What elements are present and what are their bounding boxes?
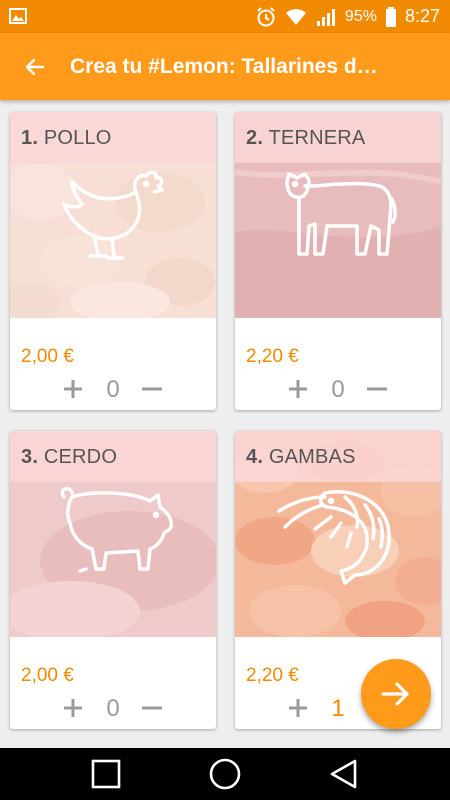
- home-circle-icon: [209, 758, 241, 790]
- back-nav-button[interactable]: [326, 758, 362, 790]
- back-triangle-icon: [330, 759, 357, 789]
- shrimp-icon: [277, 490, 391, 585]
- quantity-stepper: 0: [235, 372, 441, 406]
- cow-icon: [285, 172, 397, 256]
- product-price: 2,00 €: [21, 346, 74, 367]
- arrow-right-icon: [381, 682, 409, 706]
- product-title: 4. GAMBAS: [246, 446, 356, 468]
- minus-icon: [142, 706, 162, 710]
- arrow-left-icon: [25, 58, 45, 75]
- image-icon: [9, 8, 27, 24]
- plus-icon: [289, 699, 307, 717]
- increase-quantity-button[interactable]: [282, 691, 314, 725]
- battery-percentage: 95%: [344, 7, 377, 25]
- decrease-quantity-button[interactable]: [136, 691, 168, 725]
- quantity-stepper: 0: [10, 372, 216, 406]
- plus-icon: [64, 380, 82, 398]
- minus-icon: [142, 387, 162, 391]
- product-title: 1. POLLO: [21, 127, 112, 149]
- decrease-quantity-button[interactable]: [136, 372, 168, 406]
- decrease-quantity-button[interactable]: [361, 372, 393, 406]
- product-card-cerdo[interactable]: 3. CERDO 2,00 € 0: [10, 431, 216, 729]
- product-price: 2,20 €: [246, 665, 299, 686]
- product-title: 2. TERNERA: [246, 127, 366, 149]
- pig-icon: [60, 486, 173, 573]
- navigation-bar: [0, 748, 450, 800]
- plus-icon: [289, 380, 307, 398]
- battery-icon: [385, 6, 396, 27]
- recents-square-icon: [91, 759, 121, 789]
- app-bar: Crea tu #Lemon: Tallarines d…: [0, 33, 450, 100]
- increase-quantity-button[interactable]: [282, 372, 314, 406]
- next-button[interactable]: [361, 659, 431, 729]
- product-price: 2,20 €: [246, 346, 299, 367]
- product-card-ternera[interactable]: 2. TERNERA 2,20 € 0: [235, 112, 441, 410]
- page-title: Crea tu #Lemon: Tallarines d…: [70, 54, 378, 78]
- chicken-icon: [62, 170, 164, 260]
- status-bar: 95% 8:27: [0, 0, 450, 33]
- signal-icon: [316, 8, 335, 26]
- product-price: 2,00 €: [21, 665, 74, 686]
- quantity-value: 0: [106, 695, 120, 722]
- product-card-pollo[interactable]: 1. POLLO 2,00 € 0: [10, 112, 216, 410]
- quantity-value: 1: [331, 695, 345, 722]
- minus-icon: [367, 387, 387, 391]
- recents-button[interactable]: [88, 758, 124, 790]
- clock: 8:27: [404, 6, 440, 26]
- quantity-value: 0: [106, 376, 120, 403]
- quantity-stepper: 0: [10, 691, 216, 725]
- quantity-value: 0: [331, 376, 345, 403]
- wifi-icon: [285, 8, 306, 25]
- product-title: 3. CERDO: [21, 446, 118, 468]
- increase-quantity-button[interactable]: [57, 372, 89, 406]
- increase-quantity-button[interactable]: [57, 691, 89, 725]
- product-grid: 1. POLLO 2,00 € 0 2. TERNERA 2,20 € 0 3.…: [0, 100, 450, 748]
- home-button[interactable]: [207, 758, 243, 790]
- alarm-icon: [257, 6, 275, 26]
- plus-icon: [64, 699, 82, 717]
- back-button[interactable]: [0, 33, 70, 100]
